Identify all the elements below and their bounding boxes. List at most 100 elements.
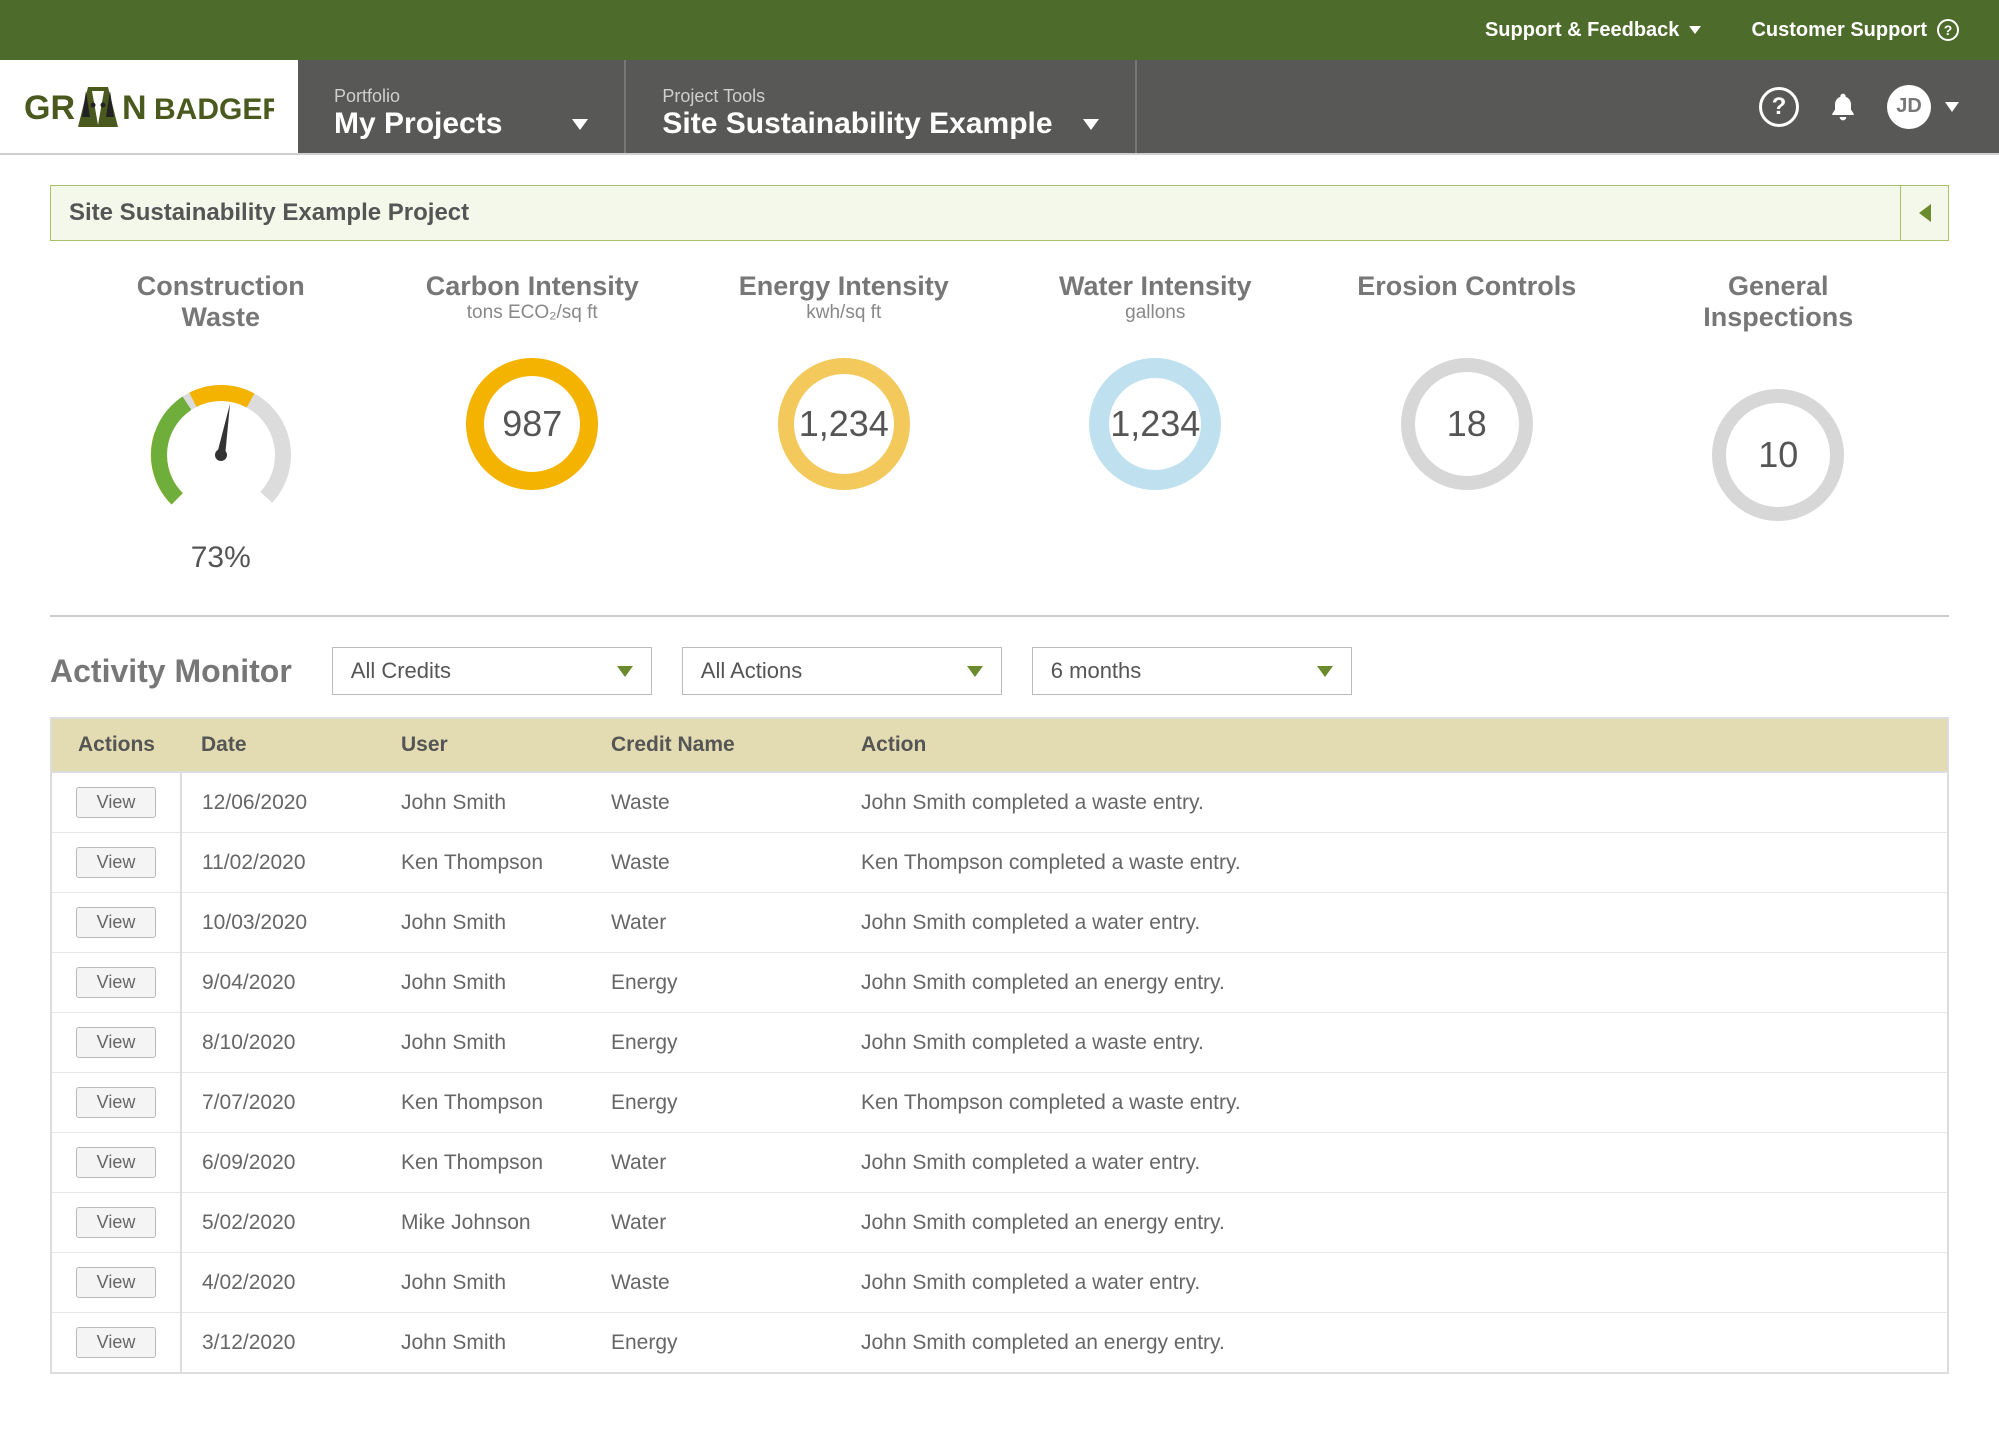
metric-card[interactable]: General Inspections 10 <box>1668 271 1890 575</box>
cell-date: 7/07/2020 <box>181 1073 381 1133</box>
metric-card[interactable]: Erosion Controls 18 <box>1356 271 1578 575</box>
activity-header: Activity Monitor All Credits All Actions… <box>50 647 1949 695</box>
cell-user: Ken Thompson <box>381 833 591 893</box>
cell-date: 3/12/2020 <box>181 1313 381 1374</box>
cell-credit: Energy <box>591 1313 841 1374</box>
view-button[interactable]: View <box>76 787 157 818</box>
cell-action: John Smith completed a water entry. <box>841 1253 1948 1313</box>
cell-user: John Smith <box>381 1253 591 1313</box>
metric-value: 73% <box>110 541 332 575</box>
filter-range-value: 6 months <box>1051 658 1142 684</box>
view-button[interactable]: View <box>76 967 157 998</box>
activity-section: Activity Monitor All Credits All Actions… <box>0 617 1999 1434</box>
project-tools-value: Site Sustainability Example <box>662 107 1052 141</box>
cell-action: John Smith completed a water entry. <box>841 1133 1948 1193</box>
view-button[interactable]: View <box>76 1327 157 1358</box>
filter-range[interactable]: 6 months <box>1032 647 1352 695</box>
metric-card[interactable]: Construction Waste <box>110 271 332 575</box>
project-tools-label: Project Tools <box>662 86 1098 107</box>
cell-action: John Smith completed a water entry. <box>841 893 1948 953</box>
cell-user: John Smith <box>381 893 591 953</box>
cell-credit: Energy <box>591 953 841 1013</box>
view-button[interactable]: View <box>76 907 157 938</box>
table-row: View 7/07/2020 Ken Thompson Energy Ken T… <box>51 1073 1948 1133</box>
metric-value: 10 <box>1698 375 1858 535</box>
cell-credit: Energy <box>591 1013 841 1073</box>
metric-card[interactable]: Carbon Intensity tons ECO₂/sq ft 987 <box>422 271 644 575</box>
table-row: View 3/12/2020 John Smith Energy John Sm… <box>51 1313 1948 1374</box>
cell-user: John Smith <box>381 953 591 1013</box>
avatar: JD <box>1887 85 1931 129</box>
filter-actions[interactable]: All Actions <box>682 647 1002 695</box>
metric-unit: kwh/sq ft <box>733 302 955 328</box>
cell-date: 6/09/2020 <box>181 1133 381 1193</box>
cell-date: 9/04/2020 <box>181 953 381 1013</box>
table-header: User <box>381 718 591 772</box>
metric-unit: tons ECO₂/sq ft <box>422 302 644 328</box>
activity-table: ActionsDateUserCredit NameAction View 12… <box>50 717 1949 1374</box>
cell-credit: Water <box>591 1133 841 1193</box>
metric-value: 18 <box>1387 344 1547 504</box>
support-feedback-link[interactable]: Support & Feedback <box>1485 19 1701 42</box>
view-button[interactable]: View <box>76 1087 157 1118</box>
table-row: View 8/10/2020 John Smith Energy John Sm… <box>51 1013 1948 1073</box>
nav-right: ? JD <box>1759 60 1999 153</box>
portfolio-value: My Projects <box>334 107 502 141</box>
filter-actions-value: All Actions <box>701 658 803 684</box>
customer-support-link[interactable]: Customer Support ? <box>1751 19 1959 42</box>
metric-card[interactable]: Energy Intensity kwh/sq ft 1,234 <box>733 271 955 575</box>
metric-value: 1,234 <box>764 344 924 504</box>
metric-card[interactable]: Water Intensity gallons 1,234 <box>1045 271 1267 575</box>
project-tools-selector[interactable]: Project Tools Site Sustainability Exampl… <box>626 60 1136 153</box>
view-button[interactable]: View <box>76 847 157 878</box>
help-button[interactable]: ? <box>1759 87 1799 127</box>
view-button[interactable]: View <box>76 1267 157 1298</box>
svg-text:GR: GR <box>24 89 75 127</box>
table-row: View 12/06/2020 John Smith Waste John Sm… <box>51 772 1948 833</box>
support-feedback-label: Support & Feedback <box>1485 19 1679 42</box>
table-row: View 4/02/2020 John Smith Waste John Smi… <box>51 1253 1948 1313</box>
cell-date: 10/03/2020 <box>181 893 381 953</box>
logo[interactable]: GR N BADGER <box>0 60 298 153</box>
svg-text:BADGER: BADGER <box>154 93 274 126</box>
metric-title: Erosion Controls <box>1356 271 1578 302</box>
cell-user: John Smith <box>381 772 591 833</box>
svg-text:N: N <box>122 89 147 127</box>
table-row: View 6/09/2020 Ken Thompson Water John S… <box>51 1133 1948 1193</box>
table-header: Credit Name <box>591 718 841 772</box>
user-menu[interactable]: JD <box>1887 85 1959 129</box>
filter-credits-value: All Credits <box>351 658 451 684</box>
view-button[interactable]: View <box>76 1207 157 1238</box>
metric-title: General Inspections <box>1668 271 1890 333</box>
cell-credit: Water <box>591 1193 841 1253</box>
metric-title: Construction Waste <box>110 271 332 333</box>
filter-credits[interactable]: All Credits <box>332 647 652 695</box>
chevron-down-icon <box>1317 666 1333 677</box>
portfolio-selector[interactable]: Portfolio My Projects <box>298 60 626 153</box>
help-icon: ? <box>1937 19 1959 41</box>
caret-down-icon <box>1689 26 1701 34</box>
gauge-icon <box>141 375 301 535</box>
cell-user: John Smith <box>381 1013 591 1073</box>
chevron-left-icon <box>1919 204 1931 222</box>
navbar: GR N BADGER Portfolio My Projects Projec… <box>0 60 1999 155</box>
topbar: Support & Feedback Customer Support ? <box>0 0 1999 60</box>
chevron-down-icon <box>572 119 588 130</box>
cell-action: John Smith completed an energy entry. <box>841 1313 1948 1374</box>
table-row: View 9/04/2020 John Smith Energy John Sm… <box>51 953 1948 1013</box>
cell-action: John Smith completed an energy entry. <box>841 1193 1948 1253</box>
cell-credit: Waste <box>591 772 841 833</box>
metric-unit <box>110 333 332 359</box>
cell-user: Mike Johnson <box>381 1193 591 1253</box>
view-button[interactable]: View <box>76 1027 157 1058</box>
metric-unit <box>1356 302 1578 328</box>
cell-credit: Water <box>591 893 841 953</box>
cell-date: 11/02/2020 <box>181 833 381 893</box>
notifications-icon[interactable] <box>1827 91 1859 123</box>
cell-date: 5/02/2020 <box>181 1193 381 1253</box>
view-button[interactable]: View <box>76 1147 157 1178</box>
page-header-strip: Site Sustainability Example Project <box>50 185 1949 241</box>
collapse-button[interactable] <box>1900 186 1948 240</box>
cell-credit: Waste <box>591 833 841 893</box>
metric-title: Energy Intensity <box>733 271 955 302</box>
